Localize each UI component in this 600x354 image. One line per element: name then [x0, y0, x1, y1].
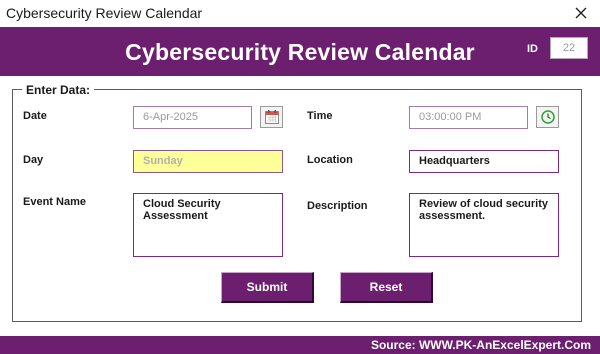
day-field[interactable]: Sunday — [133, 150, 283, 173]
calendar-button[interactable] — [260, 106, 283, 128]
clock-button[interactable] — [536, 106, 559, 128]
description-field[interactable]: Review of cloud security assessment. — [409, 193, 559, 257]
calendar-icon — [264, 110, 279, 124]
id-label: ID — [527, 43, 538, 55]
date-field[interactable]: 6-Apr-2025 — [133, 106, 252, 129]
description-label: Description — [307, 200, 368, 212]
header-band: Cybersecurity Review Calendar ID 22 — [0, 27, 600, 76]
location-label: Location — [307, 154, 353, 166]
event-name-field[interactable]: Cloud Security Assessment — [133, 193, 283, 257]
reset-button[interactable]: Reset — [340, 272, 433, 303]
id-field[interactable]: 22 — [550, 37, 588, 59]
source-credit: Source: WWW.PK-AnExcelExpert.Com — [370, 338, 591, 352]
submit-button[interactable]: Submit — [221, 272, 314, 303]
footer-band: Source: WWW.PK-AnExcelExpert.Com — [0, 336, 600, 354]
time-label: Time — [307, 110, 333, 122]
day-label: Day — [23, 154, 44, 166]
time-field[interactable]: 03:00:00 PM — [409, 106, 528, 129]
close-icon[interactable] — [570, 2, 592, 24]
frame-legend: Enter Data: — [22, 83, 95, 97]
page-title: Cybersecurity Review Calendar — [125, 39, 475, 65]
location-field[interactable]: Headquarters — [409, 150, 559, 173]
window-titlebar: Cybersecurity Review Calendar — [0, 0, 600, 27]
window-title: Cybersecurity Review Calendar — [6, 5, 203, 21]
date-label: Date — [23, 110, 47, 122]
clock-icon — [540, 110, 555, 124]
event-name-label: Event Name — [23, 196, 86, 208]
